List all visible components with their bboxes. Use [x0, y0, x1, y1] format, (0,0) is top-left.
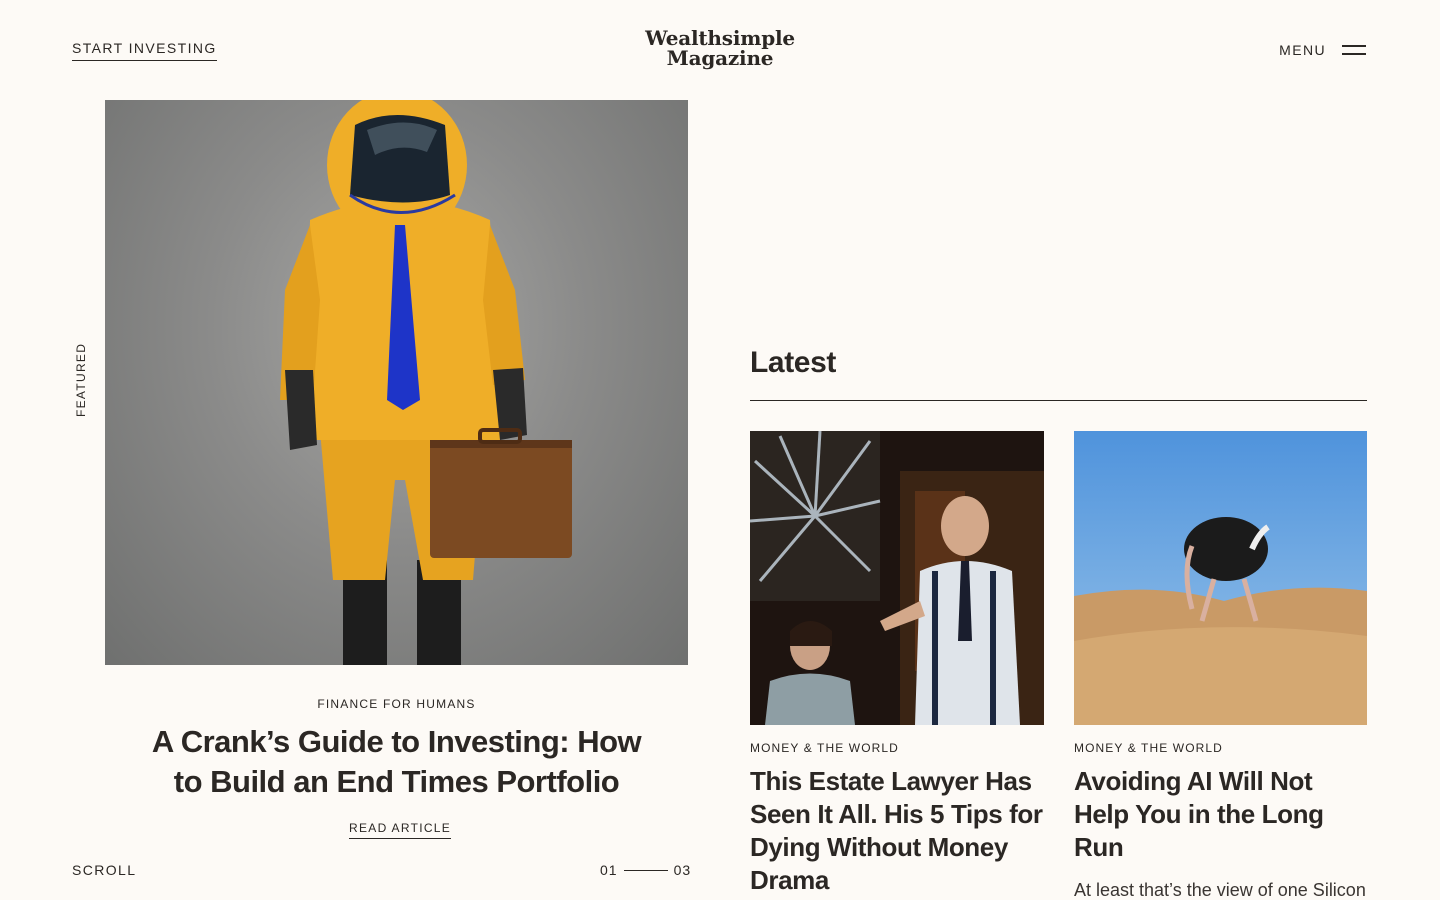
scroll-indicator: SCROLL [72, 862, 137, 878]
read-article-link[interactable]: READ ARTICLE [349, 821, 452, 839]
featured-section-label: FEATURED [74, 342, 88, 417]
logo-line-2: Magazine [666, 46, 774, 70]
site-logo[interactable]: Wealthsimple Magazine [630, 28, 810, 68]
latest-article-card[interactable]: MONEY & THE WORLD Avoiding AI Will Not H… [1074, 431, 1367, 900]
article-title[interactable]: Avoiding AI Will Not Help You in the Lon… [1074, 765, 1367, 864]
latest-divider [750, 400, 1367, 401]
article-thumbnail[interactable] [1074, 431, 1367, 725]
pager-total: 03 [673, 862, 692, 878]
article-category[interactable]: MONEY & THE WORLD [1074, 741, 1367, 755]
menu-button[interactable]: MENU [1279, 42, 1366, 58]
featured-hero-image[interactable] [105, 100, 688, 665]
latest-heading: Latest [750, 346, 836, 379]
latest-article-card[interactable]: MONEY & THE WORLD This Estate Lawyer Has… [750, 431, 1044, 897]
logo-line-1: Wealthsimple [645, 26, 795, 50]
hamburger-icon [1342, 45, 1366, 55]
article-title[interactable]: This Estate Lawyer Has Seen It All. His … [750, 765, 1044, 897]
featured-category[interactable]: FINANCE FOR HUMANS [105, 697, 688, 711]
movie-scene-image [750, 431, 1044, 725]
menu-label: MENU [1279, 42, 1326, 58]
ostrich-desert-image [1074, 431, 1367, 725]
pager-current: 01 [600, 862, 618, 878]
article-excerpt: At least that’s the view of one Silicon … [1074, 880, 1366, 900]
pager-progress-line [623, 869, 668, 871]
article-category[interactable]: MONEY & THE WORLD [750, 741, 1044, 755]
hazmat-figure-illustration [280, 100, 572, 665]
start-investing-link[interactable]: START INVESTING [72, 40, 217, 61]
featured-article-title[interactable]: A Crank’s Guide to Investing: How to Bui… [140, 722, 653, 802]
featured-pager: 01 03 [600, 862, 691, 878]
article-thumbnail[interactable] [750, 431, 1044, 725]
